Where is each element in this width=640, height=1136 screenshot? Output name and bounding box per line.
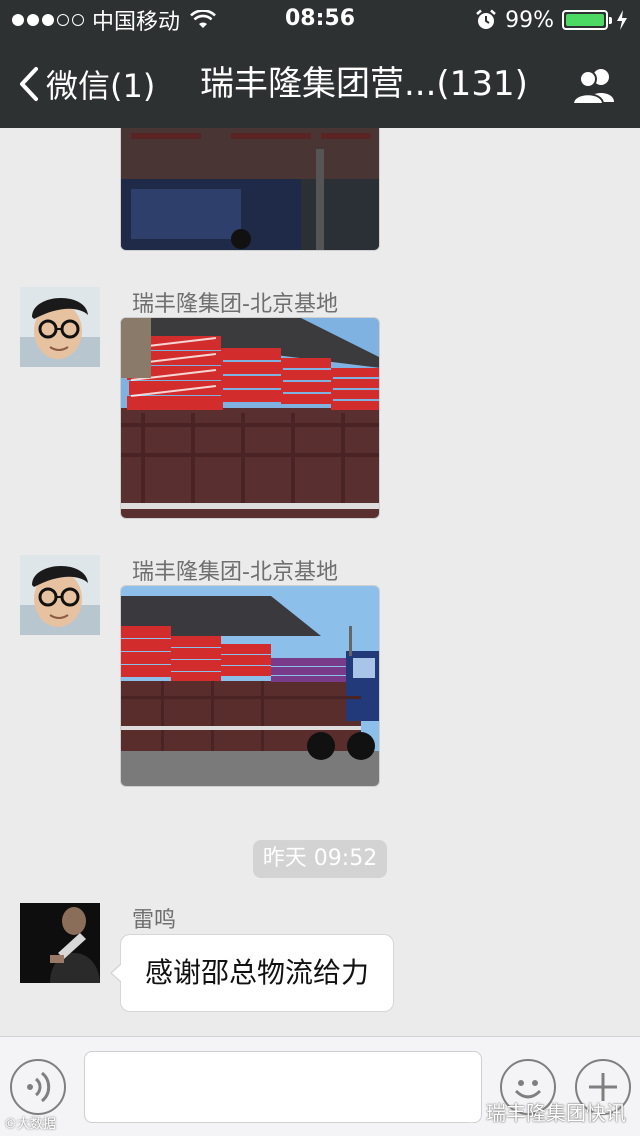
battery-icon bbox=[562, 10, 612, 30]
chat-message-list[interactable]: 瑞丰隆集团-北京基地 瑞丰隆集团-北京基地 昨天 09:52 雷鸣 感谢邵总物流… bbox=[0, 128, 640, 1036]
sender-name: 瑞丰隆集团-北京基地 bbox=[132, 292, 338, 317]
back-button[interactable]: 微信(1) bbox=[18, 62, 155, 106]
chat-title: 瑞丰隆集团营...(131) bbox=[200, 64, 528, 104]
avatar-person-icon bbox=[20, 287, 100, 367]
watermark-small: ©大数据 bbox=[4, 1117, 57, 1132]
input-bar: 瑞丰隆集团快讯 ©大数据 bbox=[0, 1036, 640, 1136]
chevron-left-icon bbox=[20, 67, 38, 101]
battery-percentage: 99% bbox=[505, 7, 554, 33]
alarm-clock-icon bbox=[476, 9, 496, 29]
battery-level bbox=[566, 14, 604, 26]
charging-bolt-icon bbox=[617, 10, 627, 30]
avatar[interactable] bbox=[20, 555, 100, 635]
voice-icon bbox=[27, 1071, 51, 1103]
status-bar: 中国移动 08:56 99% bbox=[0, 0, 640, 40]
watermark-text: 瑞丰隆集团快讯 bbox=[486, 1101, 626, 1125]
message-image[interactable] bbox=[120, 128, 380, 251]
group-members-icon[interactable] bbox=[570, 66, 618, 106]
avatar[interactable] bbox=[20, 903, 100, 983]
voice-input-button[interactable] bbox=[10, 1059, 66, 1115]
avatar[interactable] bbox=[20, 287, 100, 367]
message-input[interactable] bbox=[84, 1051, 482, 1123]
watermark: 瑞丰隆集团快讯 bbox=[454, 1097, 626, 1126]
avatar-person-icon bbox=[20, 903, 100, 983]
truck-photo-icon bbox=[121, 128, 379, 250]
message-image[interactable] bbox=[120, 317, 380, 519]
back-label: 微信(1) bbox=[46, 67, 156, 105]
truck-photo-icon bbox=[121, 318, 379, 518]
message-image[interactable] bbox=[120, 585, 380, 787]
timestamp-badge: 昨天 09:52 bbox=[253, 840, 387, 878]
message-text-bubble[interactable]: 感谢邵总物流给力 bbox=[109, 934, 395, 1012]
nav-bar: 微信(1) 瑞丰隆集团营...(131) bbox=[0, 40, 640, 128]
sender-name: 雷鸣 bbox=[132, 908, 177, 933]
status-right: 99% bbox=[475, 6, 628, 34]
avatar-person-icon bbox=[20, 555, 100, 635]
sender-name: 瑞丰隆集团-北京基地 bbox=[132, 560, 338, 585]
wechat-logo-icon bbox=[454, 1101, 480, 1122]
truck-photo-icon bbox=[121, 586, 379, 786]
